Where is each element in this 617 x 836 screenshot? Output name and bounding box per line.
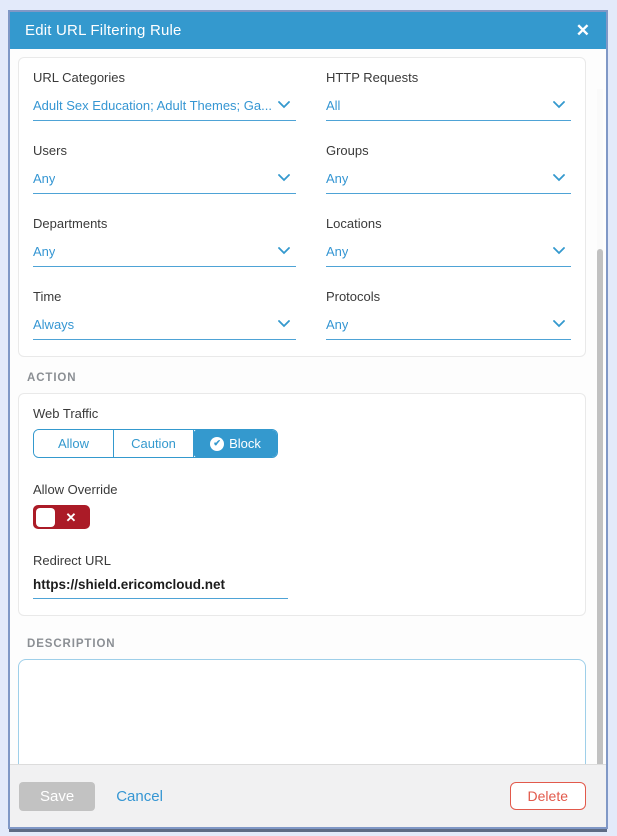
select-value: Any <box>326 171 348 186</box>
time-select[interactable]: Always <box>33 315 296 340</box>
allow-button[interactable]: Allow <box>34 430 114 457</box>
block-button-label: Block <box>229 436 261 451</box>
http-requests-select[interactable]: All <box>326 96 571 121</box>
field-http-requests: HTTP Requests All <box>326 70 571 121</box>
check-circle-icon: ✔ <box>210 437 224 451</box>
save-button[interactable]: Save <box>19 782 95 811</box>
redirect-url-label: Redirect URL <box>33 553 571 568</box>
scrollbar-thumb[interactable] <box>597 249 603 764</box>
rule-conditions-card: URL Categories Adult Sex Education; Adul… <box>18 57 586 357</box>
chevron-down-icon <box>278 315 290 333</box>
field-label: Departments <box>33 216 296 231</box>
field-users: Users Any <box>33 143 296 194</box>
field-label: Groups <box>326 143 571 158</box>
select-value: Any <box>33 244 55 259</box>
locations-select[interactable]: Any <box>326 242 571 267</box>
dialog-title: Edit URL Filtering Rule <box>25 22 182 39</box>
departments-select[interactable]: Any <box>33 242 296 267</box>
select-value: Any <box>326 244 348 259</box>
toggle-off-x-icon: ✕ <box>55 511 87 524</box>
chevron-down-icon <box>278 96 290 114</box>
toggle-knob <box>36 508 55 527</box>
description-section-label: DESCRIPTION <box>27 638 586 650</box>
chevron-down-icon <box>278 242 290 260</box>
chevron-down-icon <box>553 169 565 187</box>
field-time: Time Always <box>33 289 296 340</box>
field-url-categories: URL Categories Adult Sex Education; Adul… <box>33 70 296 121</box>
dialog-footer: Save Cancel Delete <box>10 764 606 827</box>
chevron-down-icon <box>553 96 565 114</box>
field-label: HTTP Requests <box>326 70 571 85</box>
dialog-header: Edit URL Filtering Rule ✕ <box>10 12 606 49</box>
chevron-down-icon <box>553 242 565 260</box>
caution-button[interactable]: Caution <box>114 430 194 457</box>
close-icon[interactable]: ✕ <box>576 22 590 39</box>
chevron-down-icon <box>278 169 290 187</box>
cancel-button[interactable]: Cancel <box>116 788 163 805</box>
field-locations: Locations Any <box>326 216 571 267</box>
field-label: Time <box>33 289 296 304</box>
groups-select[interactable]: Any <box>326 169 571 194</box>
field-groups: Groups Any <box>326 143 571 194</box>
action-card: Web Traffic Allow Caution ✔ Block Allow … <box>18 393 586 616</box>
select-value: Adult Sex Education; Adult Themes; Ga... <box>33 98 272 113</box>
delete-button[interactable]: Delete <box>510 782 586 810</box>
select-value: All <box>326 98 340 113</box>
block-button[interactable]: ✔ Block <box>193 429 278 458</box>
allow-override-toggle[interactable]: ✕ <box>33 505 90 529</box>
field-label: URL Categories <box>33 70 296 85</box>
conditions-grid: URL Categories Adult Sex Education; Adul… <box>33 70 571 340</box>
field-label: Locations <box>326 216 571 231</box>
edit-url-filtering-rule-dialog: Edit URL Filtering Rule ✕ URL Categories… <box>8 10 608 829</box>
web-traffic-label: Web Traffic <box>33 406 571 421</box>
select-value: Any <box>33 171 55 186</box>
field-departments: Departments Any <box>33 216 296 267</box>
field-label: Users <box>33 143 296 158</box>
allow-override-label: Allow Override <box>33 482 571 497</box>
field-protocols: Protocols Any <box>326 289 571 340</box>
select-value: Always <box>33 317 74 332</box>
users-select[interactable]: Any <box>33 169 296 194</box>
dialog-body: URL Categories Adult Sex Education; Adul… <box>10 49 606 764</box>
web-traffic-segmented-control: Allow Caution ✔ Block <box>33 429 278 458</box>
chevron-down-icon <box>553 315 565 333</box>
protocols-select[interactable]: Any <box>326 315 571 340</box>
url-categories-select[interactable]: Adult Sex Education; Adult Themes; Ga... <box>33 96 296 121</box>
description-textarea[interactable] <box>18 659 586 764</box>
action-section-label: ACTION <box>27 372 586 384</box>
select-value: Any <box>326 317 348 332</box>
redirect-url-input[interactable] <box>33 577 288 599</box>
field-label: Protocols <box>326 289 571 304</box>
